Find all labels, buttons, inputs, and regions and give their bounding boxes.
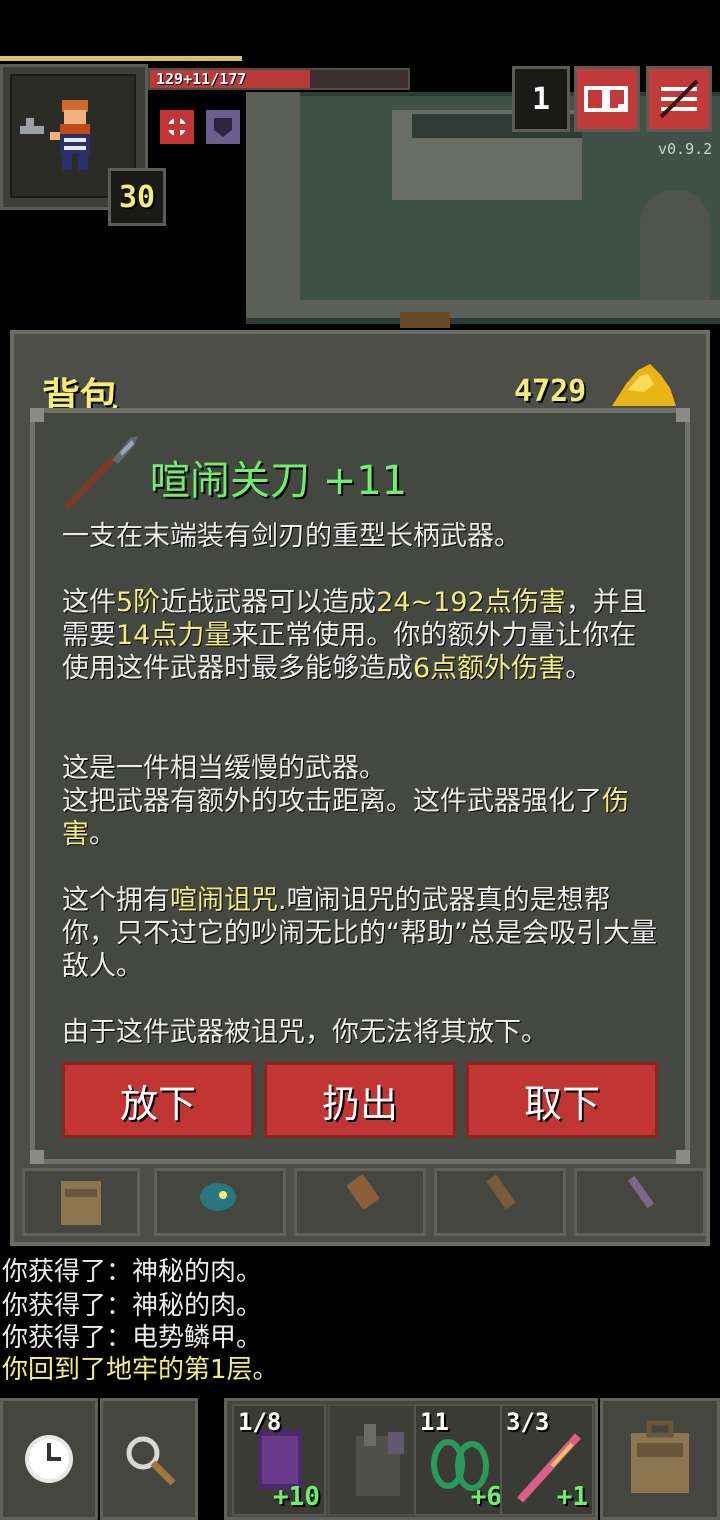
tab-wand-holster[interactable] — [574, 1168, 706, 1236]
item-description-curse: 这个拥有喧闹诅咒.喧闹诅咒的武器真的是想帮你，只不过它的吵闹无比的“帮助”总是会… — [62, 884, 662, 983]
quickslot-2[interactable] — [328, 1404, 422, 1516]
wand-holster-icon — [627, 1175, 655, 1209]
experience-bar — [0, 56, 242, 61]
search-icon — [126, 1436, 176, 1486]
hero-sprite-icon — [20, 100, 90, 170]
wait-button[interactable] — [0, 1398, 98, 1520]
tab-pouch[interactable] — [154, 1168, 286, 1236]
log-line: 你获得了：神秘的肉。 — [2, 1291, 263, 1321]
dialog-corner — [676, 1150, 690, 1164]
quickslot-charges: 3/3 — [506, 1408, 550, 1436]
dialog-corner — [676, 408, 690, 422]
item-description-stats: 这件5阶近战武器可以造成24~192点伤害，并且需要14点力量来正常使用。你的额… — [62, 586, 662, 685]
quickslot-3[interactable]: 11 +6 — [414, 1404, 508, 1516]
gold-pile-icon — [612, 364, 676, 406]
backpack-icon — [631, 1420, 689, 1493]
log-line: 你获得了：神秘的肉。 — [2, 1257, 263, 1287]
inventory-button[interactable] — [600, 1398, 720, 1520]
quickslot-level: +6 — [470, 1482, 502, 1512]
quickslot-charges: 11 — [420, 1408, 449, 1436]
gold-count: 4729 — [514, 374, 587, 409]
desc-text: 这是一件相当缓慢的武器。 — [62, 753, 386, 784]
menu-button[interactable] — [646, 66, 712, 132]
journal-icon — [584, 86, 628, 112]
scroll-holder-icon — [347, 1173, 380, 1211]
desc-highlight-strength: 14点力量 — [116, 620, 232, 651]
log-line-highlight: 你回到了地牢的第1层。 — [2, 1355, 279, 1385]
door-icon — [400, 312, 450, 328]
dungeon-wall-left — [246, 92, 300, 318]
statue-icon — [640, 190, 710, 300]
dialog-corner — [30, 408, 44, 422]
drop-button[interactable]: 放下 — [62, 1062, 254, 1138]
tab-backpack[interactable] — [22, 1168, 140, 1236]
journal-button[interactable] — [574, 66, 640, 132]
desc-highlight-curse: 喧闹诅咒 — [170, 885, 278, 916]
quickslot-1[interactable]: 1/8 +10 — [232, 1404, 326, 1516]
quickslot-level: +10 — [273, 1482, 320, 1512]
desc-text: 近战武器可以造成 — [160, 587, 377, 618]
dialog-corner — [30, 1150, 44, 1164]
desc-text: 这件 — [62, 587, 116, 618]
item-title: 喧闹关刀 +11 — [150, 458, 408, 504]
version-label: v0.9.2 — [658, 140, 713, 158]
desc-text: 。 — [565, 653, 593, 684]
clock-icon — [25, 1435, 73, 1483]
dungeon-wall-bottom — [246, 300, 720, 318]
health-text: 129+11/177 — [156, 70, 247, 88]
item-description-speed: 这是一件相当缓慢的武器。 这把武器有额外的攻击距离。这件武器强化了伤害。 — [62, 752, 662, 851]
item-description-intro: 一支在末端装有剑刃的重型长柄武器。 — [62, 521, 521, 552]
backpack-icon — [61, 1181, 101, 1225]
potion-bandolier-icon — [486, 1174, 516, 1210]
search-button[interactable] — [100, 1398, 198, 1520]
quickslot-level: +1 — [556, 1482, 588, 1512]
desc-highlight-extra-damage: 6点额外伤害 — [413, 653, 566, 684]
tab-potion-bandolier[interactable] — [434, 1168, 566, 1236]
menu-icon — [659, 79, 699, 119]
desc-highlight-tier: 5阶 — [116, 587, 161, 618]
buff-shield-icon[interactable] — [206, 110, 240, 144]
desc-text: 。 — [89, 819, 116, 850]
tab-scroll-holder[interactable] — [294, 1168, 426, 1236]
quickslot-4[interactable]: 3/3 +1 — [500, 1404, 594, 1516]
buff-hunger-icon[interactable] — [160, 110, 194, 144]
desc-text: 这个拥有 — [62, 885, 170, 916]
depth-indicator: 1 — [512, 66, 570, 132]
desc-text: 这把武器有额外的攻击距离。这件武器强化了 — [62, 786, 602, 817]
pouch-icon — [200, 1183, 236, 1211]
item-description-cursed-note: 由于这件武器被诅咒，你无法将其放下。 — [62, 1017, 548, 1048]
locked-item-icon — [356, 1424, 404, 1496]
hero-level-badge: 30 — [108, 168, 166, 226]
quickslot-charges: 1/8 — [238, 1408, 282, 1436]
glaive-icon — [63, 436, 138, 511]
throw-button[interactable]: 扔出 — [264, 1062, 456, 1138]
desc-highlight-damage: 24~192点伤害 — [376, 587, 566, 618]
unequip-button[interactable]: 取下 — [466, 1062, 658, 1138]
log-line: 你获得了：电势鳞甲。 — [2, 1323, 263, 1353]
